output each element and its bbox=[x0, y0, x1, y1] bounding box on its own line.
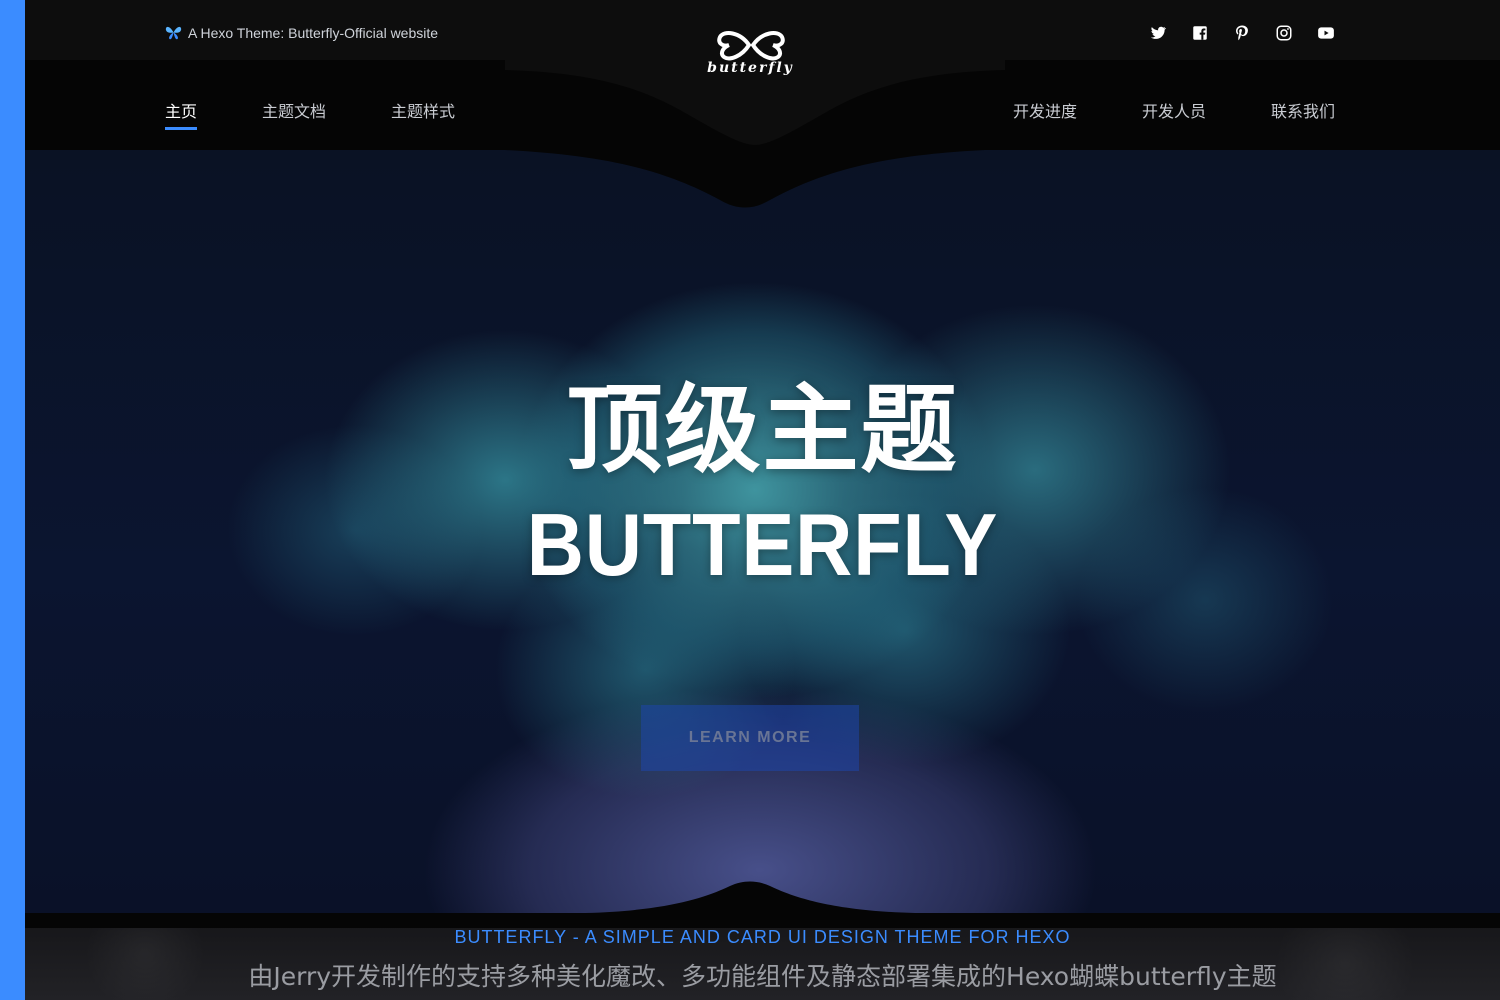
primary-nav-left: 主页 主题文档 主题样式 bbox=[165, 98, 455, 130]
nav-item-theme-docs[interactable]: 主题文档 bbox=[262, 98, 326, 128]
nav-item-contact-us[interactable]: 联系我们 bbox=[1271, 98, 1335, 128]
logo-text: butterfly bbox=[707, 60, 794, 76]
slider-pagination bbox=[722, 892, 774, 904]
tagline-text: A Hexo Theme: Butterfly-Official website bbox=[188, 24, 439, 41]
instagram-icon[interactable] bbox=[1275, 24, 1293, 42]
nav-item-theme-styles[interactable]: 主题样式 bbox=[391, 98, 455, 128]
intro-banner: BUTTERFLY - A SIMPLE AND CARD UI DESIGN … bbox=[25, 913, 1500, 1000]
nav-item-home[interactable]: 主页 bbox=[165, 98, 198, 130]
hero-title: 顶级主题 bbox=[566, 374, 959, 486]
facebook-icon[interactable] bbox=[1191, 24, 1209, 42]
site-tagline[interactable]: A Hexo Theme: Butterfly-Official website bbox=[165, 24, 438, 41]
slide-dot-1[interactable] bbox=[722, 892, 734, 904]
hero-subtitle: BUTTERFLY bbox=[526, 495, 999, 594]
youtube-icon[interactable] bbox=[1317, 24, 1335, 42]
pinterest-icon[interactable] bbox=[1233, 24, 1251, 42]
twitter-icon[interactable] bbox=[1149, 24, 1167, 42]
social-links bbox=[1149, 24, 1335, 42]
logo-mark bbox=[716, 31, 785, 61]
left-accent-strip bbox=[0, 0, 25, 1000]
slide-dot-2[interactable] bbox=[742, 892, 754, 904]
butterfly-icon bbox=[165, 26, 182, 40]
banner-eyebrow: BUTTERFLY - A SIMPLE AND CARD UI DESIGN … bbox=[454, 927, 1071, 947]
nav-item-dev-progress[interactable]: 开发进度 bbox=[1013, 98, 1077, 128]
banner-description: 由Jerry开发制作的支持多种美化魔改、多功能组件及静态部署集成的Hexo蝴蝶b… bbox=[248, 962, 1277, 991]
primary-nav-right: 开发进度 开发人员 联系我们 bbox=[1013, 98, 1335, 128]
slide-dot-3[interactable] bbox=[762, 892, 774, 904]
butterfly-logo[interactable]: butterfly bbox=[688, 28, 813, 80]
learn-more-button[interactable]: LEARN MORE bbox=[641, 705, 859, 771]
hero-slider: 顶级主题 BUTTERFLY LEARN MORE bbox=[25, 150, 1500, 913]
nav-item-developers[interactable]: 开发人员 bbox=[1142, 98, 1206, 128]
